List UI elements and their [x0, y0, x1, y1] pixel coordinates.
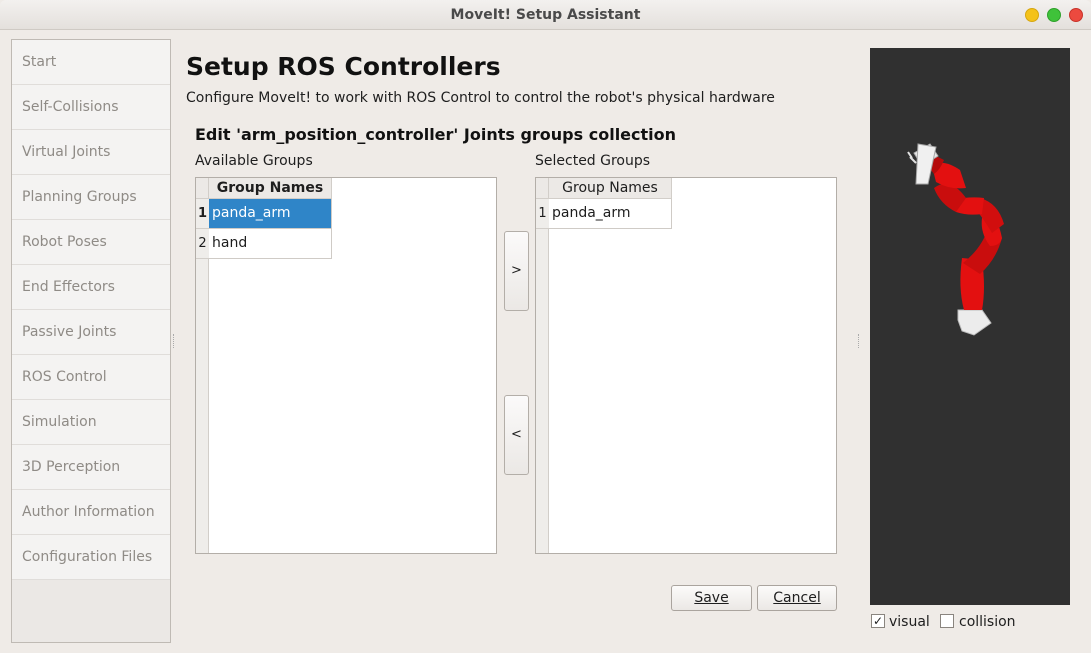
cancel-button-label: Cancel: [773, 590, 821, 606]
sidebar-item-simulation[interactable]: Simulation: [12, 400, 170, 445]
section-title: Edit 'arm_position_controller' Joints gr…: [195, 125, 677, 144]
sidebar-item-robot-poses[interactable]: Robot Poses: [12, 220, 170, 265]
page-title: Setup ROS Controllers: [186, 52, 501, 81]
sidebar-item-planning-groups[interactable]: Planning Groups: [12, 175, 170, 220]
sidebar-item-end-effectors[interactable]: End Effectors: [12, 265, 170, 310]
available-groups-table[interactable]: Group Names 1 panda_arm 2 hand: [195, 177, 497, 554]
sidebar-item-self-collisions[interactable]: Self-Collisions: [12, 85, 170, 130]
window-title: MoveIt! Setup Assistant: [450, 7, 641, 23]
save-button[interactable]: Save: [671, 585, 752, 611]
collision-checkbox[interactable]: [940, 614, 954, 628]
table-corner: [196, 178, 209, 199]
group-cell[interactable]: panda_arm: [209, 199, 332, 229]
group-cell[interactable]: hand: [209, 229, 332, 259]
sidebar-item-author-information[interactable]: Author Information: [12, 490, 170, 535]
close-button[interactable]: [1069, 8, 1083, 22]
page-subtitle: Configure MoveIt! to work with ROS Contr…: [186, 90, 775, 106]
splitter-handle-right[interactable]: [858, 334, 860, 348]
available-groups-label: Available Groups: [195, 153, 313, 169]
remove-group-button[interactable]: <: [504, 395, 529, 475]
table-corner: [536, 178, 549, 199]
sidebar-nav: Start Self-Collisions Virtual Joints Pla…: [11, 39, 171, 643]
cancel-button[interactable]: Cancel: [757, 585, 837, 611]
window-titlebar[interactable]: MoveIt! Setup Assistant: [0, 0, 1091, 30]
selected-groups-table[interactable]: Group Names 1 panda_arm: [535, 177, 837, 554]
sidebar-item-virtual-joints[interactable]: Virtual Joints: [12, 130, 170, 175]
robot-arm-render: [907, 143, 1004, 336]
robot-viewer[interactable]: [870, 48, 1070, 605]
column-header-group-names[interactable]: Group Names: [209, 178, 332, 199]
save-button-label: Save: [694, 590, 729, 606]
sidebar-item-3d-perception[interactable]: 3D Perception: [12, 445, 170, 490]
row-header-strip: [536, 199, 549, 553]
row-number[interactable]: 1: [196, 199, 209, 229]
minimize-button[interactable]: [1025, 8, 1039, 22]
sidebar-item-ros-control[interactable]: ROS Control: [12, 355, 170, 400]
sidebar-item-configuration-files[interactable]: Configuration Files: [12, 535, 170, 580]
visual-label: visual: [889, 614, 930, 630]
visual-checkbox[interactable]: ✓: [871, 614, 885, 628]
maximize-button[interactable]: [1047, 8, 1061, 22]
collision-label: collision: [959, 614, 1016, 630]
sidebar-item-passive-joints[interactable]: Passive Joints: [12, 310, 170, 355]
selected-groups-label: Selected Groups: [535, 153, 651, 169]
column-header-group-names[interactable]: Group Names: [549, 178, 672, 199]
add-group-button[interactable]: >: [504, 231, 529, 311]
group-cell[interactable]: panda_arm: [549, 199, 672, 229]
splitter-handle-left[interactable]: [173, 334, 175, 348]
sidebar-item-start[interactable]: Start: [12, 40, 170, 85]
row-number[interactable]: 2: [196, 229, 209, 259]
row-number[interactable]: 1: [536, 199, 549, 229]
